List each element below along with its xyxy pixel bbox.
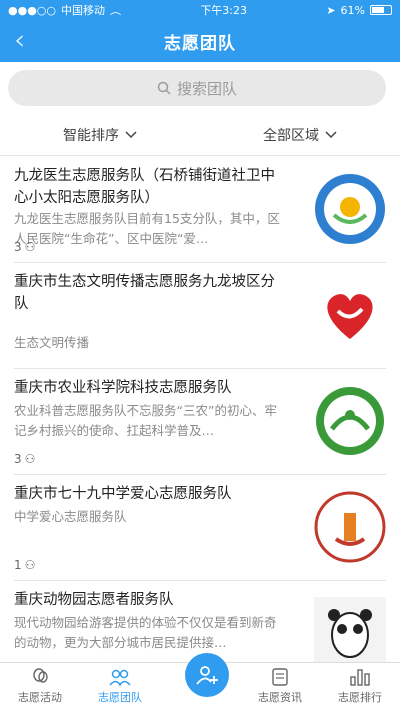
list-item[interactable]: 重庆市生态文明传播志愿服务九龙坡区分队 生态文明传播 bbox=[14, 263, 386, 369]
location-icon: ➤ bbox=[326, 3, 336, 17]
battery-icon bbox=[370, 5, 392, 15]
sort-dropdown[interactable]: 智能排序 bbox=[0, 114, 200, 155]
filter-bar: 智能排序 全部区域 bbox=[0, 114, 400, 156]
people-icon: ⚇ bbox=[24, 558, 36, 572]
sort-label: 智能排序 bbox=[63, 127, 119, 144]
region-dropdown[interactable]: 全部区域 bbox=[200, 114, 400, 155]
tab-ranking[interactable]: 志愿排行 bbox=[320, 663, 400, 710]
list-item[interactable]: 九龙医生志愿服务队（石桥铺街道社卫中心小太阳志愿服务队） 九龙医生志愿服务队目前… bbox=[14, 157, 386, 263]
search-area: 搜索团队 bbox=[0, 62, 400, 114]
team-icon bbox=[109, 669, 131, 687]
team-desc: 中学爱心志愿服务队 bbox=[14, 509, 127, 524]
search-placeholder: 搜索团队 bbox=[176, 79, 237, 98]
team-logo bbox=[314, 173, 386, 245]
member-count: 3⚇ bbox=[14, 240, 36, 254]
clock: 下午3:23 bbox=[200, 4, 248, 17]
signal-icon: ●●●○○ bbox=[8, 3, 56, 17]
team-name: 九龙医生志愿服务队（石桥铺街道社卫中心小太阳志愿服务队） bbox=[14, 168, 275, 206]
tab-news[interactable]: 志愿资讯 bbox=[240, 663, 320, 710]
people-icon: ⚇ bbox=[24, 452, 36, 466]
ranking-icon bbox=[350, 669, 370, 686]
battery-percent: 61% bbox=[340, 3, 365, 17]
add-team-button[interactable] bbox=[185, 653, 229, 697]
list-item[interactable]: 重庆市农业科学院科技志愿服务队 农业科普志愿服务队不忘服务“三农”的初心、牢记乡… bbox=[14, 369, 386, 475]
people-icon: ⚇ bbox=[24, 240, 36, 254]
region-label: 全部区域 bbox=[263, 127, 319, 144]
team-name: 重庆动物园志愿者服务队 bbox=[14, 592, 174, 608]
carrier-label: 中国移动 bbox=[61, 4, 105, 17]
tab-teams[interactable]: 志愿团队 bbox=[80, 663, 160, 710]
team-name: 重庆市七十九中学爱心志愿服务队 bbox=[14, 486, 232, 502]
list-item[interactable]: 重庆市七十九中学爱心志愿服务队 中学爱心志愿服务队 1 ⚇ bbox=[14, 475, 386, 581]
tab-add[interactable] bbox=[160, 653, 240, 710]
header: ●●●○○ 中国移动 ︵ 下午3:23 ➤ 61% ‹ 志愿团队 bbox=[0, 0, 400, 62]
tab-activities[interactable]: 志愿活动 bbox=[0, 663, 80, 710]
status-bar: ●●●○○ 中国移动 ︵ 下午3:23 ➤ 61% bbox=[0, 0, 400, 20]
wifi-icon: ︵ bbox=[110, 4, 121, 17]
member-count: 3⚇ bbox=[14, 452, 36, 466]
search-icon bbox=[157, 81, 171, 95]
chevron-down-icon bbox=[325, 130, 337, 138]
chevron-down-icon bbox=[125, 130, 137, 138]
team-desc: 生态文明传播 bbox=[14, 335, 90, 350]
member-count: 1 ⚇ bbox=[14, 558, 36, 572]
team-desc: 农业科普志愿服务队不忘服务“三农”的初心、牢记乡村振兴的使命、扛起科学普及… bbox=[14, 403, 277, 438]
tab-bar: 志愿活动 志愿团队 志愿资讯 志愿排行 bbox=[0, 653, 400, 710]
team-logo bbox=[314, 385, 386, 457]
chevron-left-icon[interactable]: ‹ bbox=[14, 24, 25, 56]
team-name: 重庆市农业科学院科技志愿服务队 bbox=[14, 380, 232, 396]
team-logo bbox=[314, 279, 386, 351]
navbar: ‹ 志愿团队 bbox=[0, 20, 400, 62]
page-title: 志愿团队 bbox=[164, 33, 236, 54]
news-icon bbox=[272, 668, 288, 686]
team-logo bbox=[314, 491, 386, 563]
search-input[interactable]: 搜索团队 bbox=[8, 70, 386, 106]
team-list: 九龙医生志愿服务队（石桥铺街道社卫中心小太阳志愿服务队） 九龙医生志愿服务队目前… bbox=[0, 157, 400, 687]
add-user-icon bbox=[196, 666, 218, 685]
team-desc: 九龙医生志愿服务队目前有15支分队，其中，区人民医院“生命花”、区中医院“爱… bbox=[14, 211, 280, 246]
team-logo bbox=[314, 597, 386, 669]
team-desc: 现代动物园给游客提供的体验不仅仅是看到新奇的动物，更为大部分城市居民提供接… bbox=[14, 615, 277, 650]
team-name: 重庆市生态文明传播志愿服务九龙坡区分队 bbox=[14, 274, 275, 312]
balloon-icon bbox=[33, 668, 48, 683]
